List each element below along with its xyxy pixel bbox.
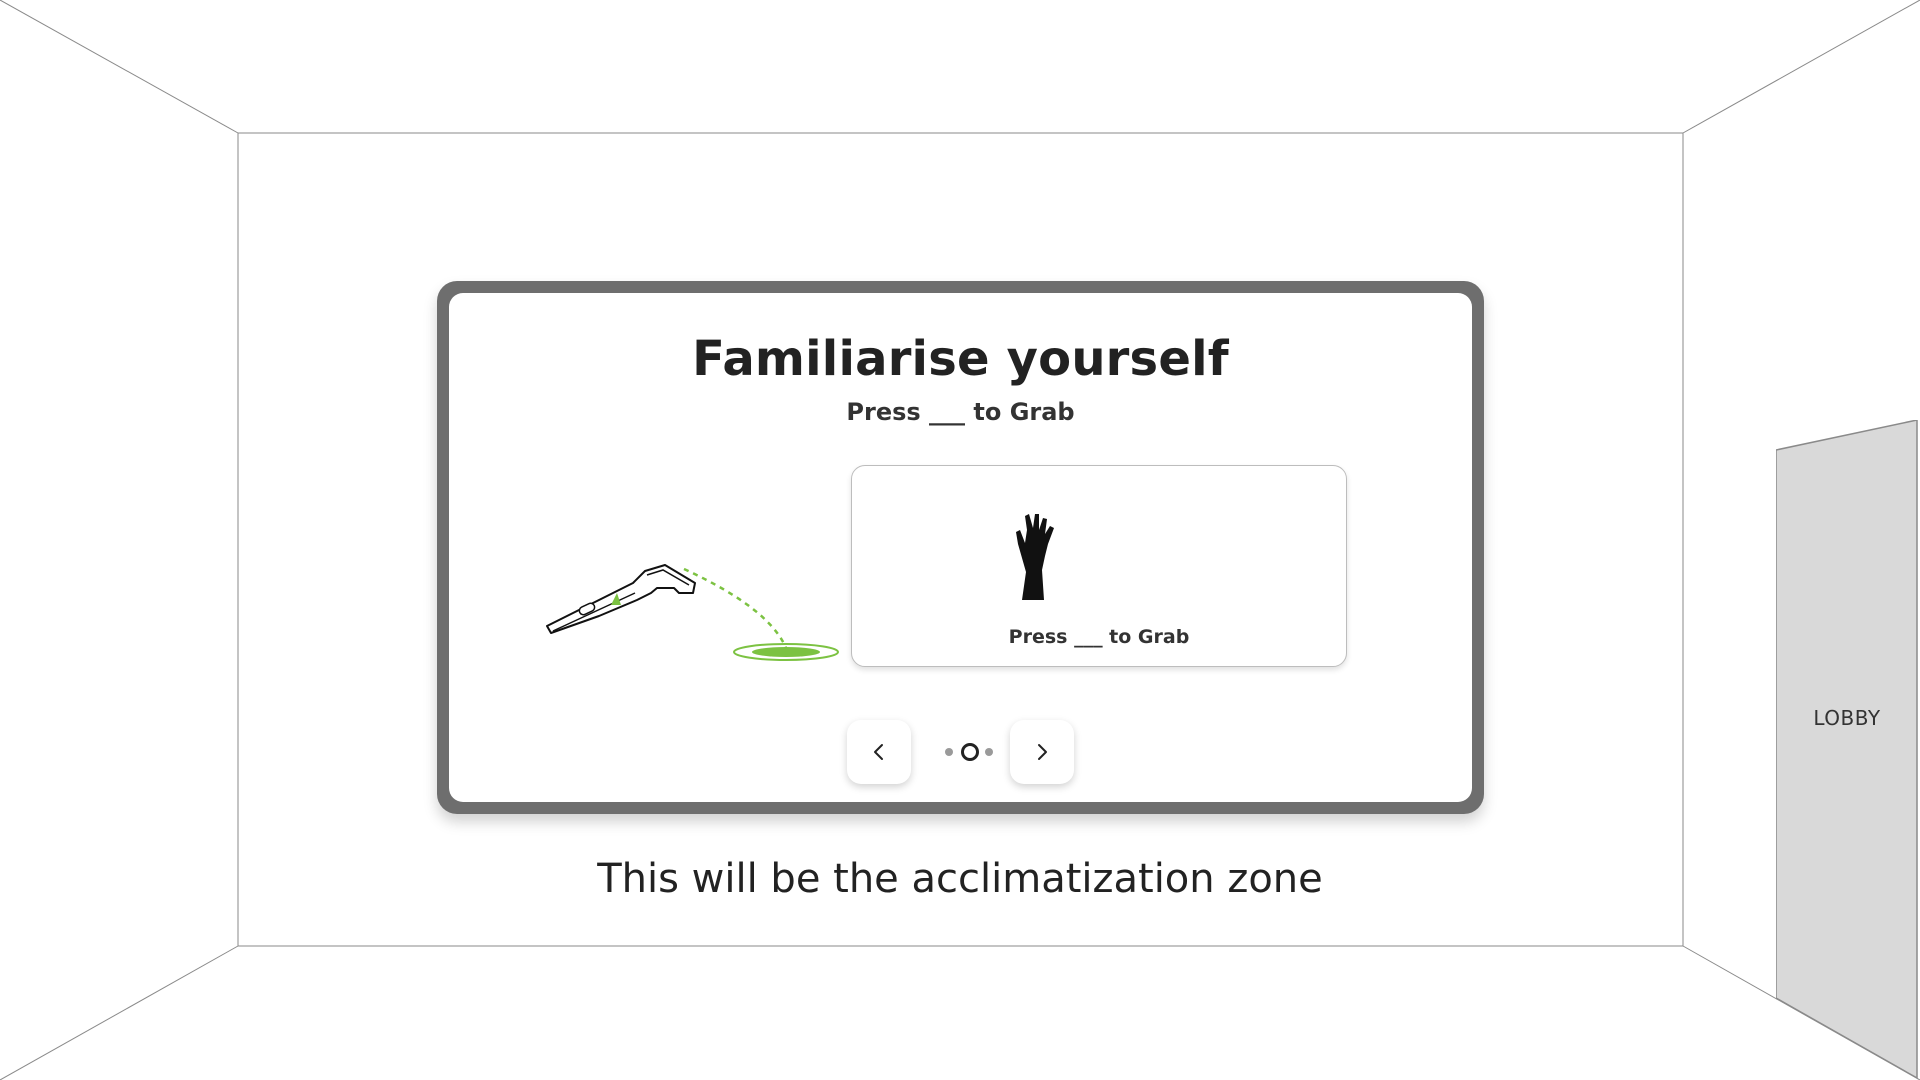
page-indicator	[945, 742, 997, 762]
zone-caption: This will be the acclimatization zone	[597, 856, 1323, 902]
chevron-left-icon	[874, 744, 883, 760]
tutorial-panel: Familiarise yourself Press ___ to Grab P…	[437, 281, 1484, 814]
previous-button[interactable]	[847, 720, 911, 784]
instruction-card: Press ___ to Grab	[851, 465, 1347, 667]
page-dot[interactable]	[985, 748, 993, 756]
lobby-door-label: LOBBY	[1813, 706, 1881, 730]
panel-title: Familiarise yourself	[692, 331, 1229, 387]
page-dot[interactable]	[945, 748, 953, 756]
lobby-door[interactable]	[1776, 420, 1920, 1080]
next-button[interactable]	[1010, 720, 1074, 784]
page-dot-active[interactable]	[961, 743, 979, 761]
panel-subtitle: Press ___ to Grab	[846, 398, 1075, 426]
chevron-right-icon	[1038, 744, 1047, 760]
vr-controller-icon	[546, 564, 839, 661]
hand-grab-icon	[1016, 514, 1054, 600]
instruction-card-caption: Press ___ to Grab	[1008, 626, 1190, 648]
vr-scene: Familiarise yourself Press ___ to Grab P…	[0, 0, 1920, 1080]
tutorial-panel-body: Familiarise yourself Press ___ to Grab P…	[449, 293, 1472, 802]
